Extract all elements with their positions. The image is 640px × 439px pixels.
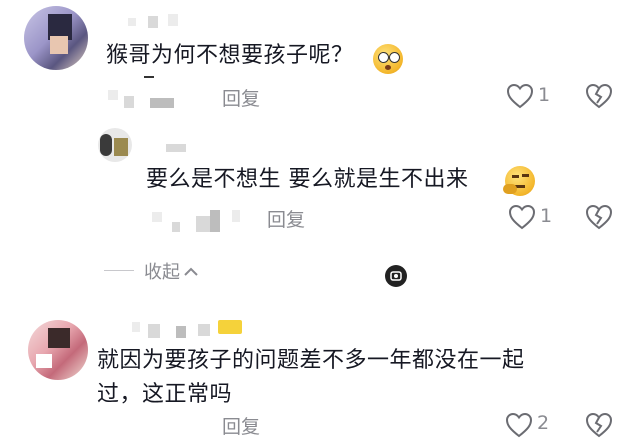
comment-avatar[interactable] xyxy=(28,320,88,380)
broken-heart-icon[interactable] xyxy=(585,83,613,109)
username-obscured[interactable] xyxy=(104,6,194,30)
like-count: 1 xyxy=(538,84,551,106)
reply-button[interactable]: 回复 xyxy=(222,84,260,111)
heart-icon[interactable] xyxy=(508,204,536,230)
floating-action-icon[interactable] xyxy=(385,265,407,287)
reply-text: 要么是不想生 要么就是生不出来 xyxy=(146,167,469,192)
collapse-label: 收起 xyxy=(144,262,180,283)
reply-avatar[interactable] xyxy=(98,128,132,162)
comment-meta-obscured xyxy=(104,76,204,112)
comment-text: 猴哥为何不想要孩子呢？ xyxy=(106,43,354,68)
collapse-replies-button[interactable]: 收起 xyxy=(144,258,198,284)
username-obscured[interactable] xyxy=(140,138,200,158)
collapse-divider xyxy=(104,270,134,271)
comment-avatar[interactable] xyxy=(24,6,88,70)
reply-meta-obscured xyxy=(146,204,256,234)
flushed-face-emoji xyxy=(373,44,403,74)
reply-button[interactable]: 回复 xyxy=(222,412,260,439)
reply-button[interactable]: 回复 xyxy=(267,205,305,232)
broken-heart-icon[interactable] xyxy=(585,204,613,230)
broken-heart-icon[interactable] xyxy=(585,412,613,438)
thinking-face-emoji xyxy=(503,166,535,196)
comment-text: 就因为要孩子的问题差不多一年都没在一起 xyxy=(97,348,525,373)
heart-icon[interactable] xyxy=(506,83,534,109)
username-obscured[interactable] xyxy=(130,318,250,342)
chevron-up-icon xyxy=(184,262,198,281)
comment-text-continued: 过，这正常吗 xyxy=(97,382,233,407)
like-count: 1 xyxy=(540,205,553,227)
like-count: 2 xyxy=(537,412,550,434)
heart-icon[interactable] xyxy=(505,412,533,438)
